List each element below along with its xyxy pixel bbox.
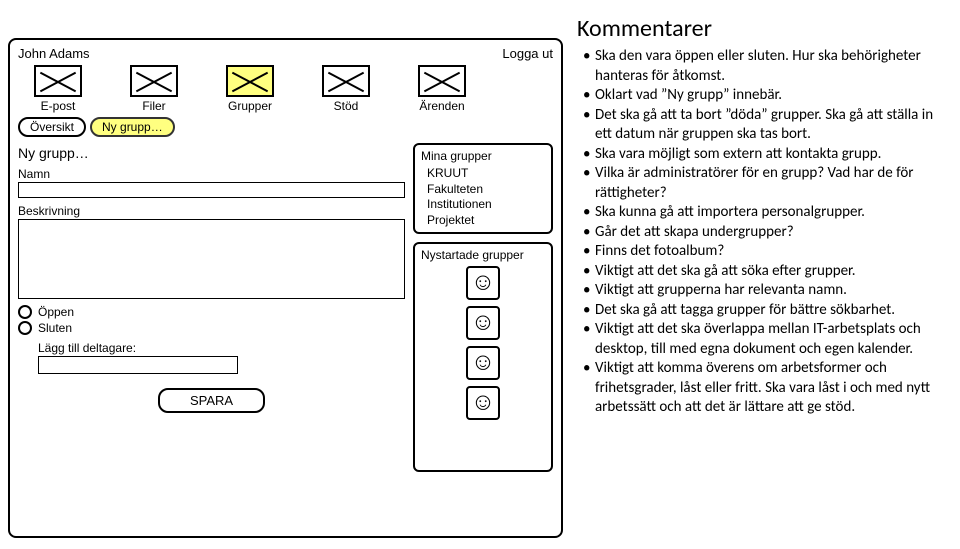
group-link[interactable]: Institutionen bbox=[421, 197, 545, 213]
tool-label: Stöd bbox=[306, 99, 386, 113]
tool-stod[interactable]: Stöd bbox=[306, 65, 386, 113]
tool-grupper[interactable]: Grupper bbox=[210, 65, 290, 113]
save-button[interactable]: SPARA bbox=[158, 388, 265, 413]
avatar-icon[interactable] bbox=[466, 386, 500, 420]
radio-closed[interactable] bbox=[18, 321, 32, 335]
closed-label: Sluten bbox=[38, 321, 72, 335]
avatar-icon[interactable] bbox=[466, 306, 500, 340]
my-groups-panel: Mina grupper KRUUT Fakulteten Institutio… bbox=[413, 143, 553, 234]
my-groups-title: Mina grupper bbox=[421, 149, 545, 163]
comment-item: Finns det fotoalbum? bbox=[587, 242, 952, 262]
image-placeholder-icon bbox=[34, 65, 82, 97]
name-input[interactable] bbox=[18, 182, 405, 198]
image-placeholder-icon bbox=[322, 65, 370, 97]
app-title: Portalen bbox=[10, 0, 82, 1]
open-label: Öppen bbox=[38, 305, 74, 319]
comment-item: Viktigt att det ska gå att söka efter gr… bbox=[587, 262, 952, 282]
comment-item: Oklart vad ”Ny grupp” innebär. bbox=[587, 86, 952, 106]
comment-item: Viktigt att grupperna har relevanta namn… bbox=[587, 281, 952, 301]
main-toolbar: E-post Filer Grupper Stöd Ärenden bbox=[18, 65, 553, 113]
app-window: John Adams Logga ut E-post Filer Grupper… bbox=[8, 38, 563, 538]
group-link[interactable]: KRUUT bbox=[421, 166, 545, 182]
description-input[interactable] bbox=[18, 219, 405, 299]
tool-arenden[interactable]: Ärenden bbox=[402, 65, 482, 113]
comment-item: Ska kunna gå att importera personalgrupp… bbox=[587, 203, 952, 223]
group-link[interactable]: Projektet bbox=[421, 213, 545, 229]
image-placeholder-icon bbox=[226, 65, 274, 97]
tool-label: Grupper bbox=[210, 99, 290, 113]
add-participant-input[interactable] bbox=[38, 356, 238, 374]
add-participant-label: Lägg till deltagare: bbox=[38, 341, 405, 355]
username: John Adams bbox=[18, 46, 90, 61]
tool-epost[interactable]: E-post bbox=[18, 65, 98, 113]
tab-ny-grupp[interactable]: Ny grupp… bbox=[90, 117, 175, 137]
group-link[interactable]: Fakulteten bbox=[421, 182, 545, 198]
sub-tabs: Översikt Ny grupp… bbox=[18, 117, 553, 137]
comment-item: Det ska gå att tagga grupper för bättre … bbox=[587, 301, 952, 321]
avatar-icon[interactable] bbox=[466, 266, 500, 300]
tool-label: Filer bbox=[114, 99, 194, 113]
new-groups-panel: Nystartade grupper bbox=[413, 242, 553, 472]
comment-item: Det ska gå att ta bort ”döda” grupper. S… bbox=[587, 106, 952, 145]
comment-item: Ska vara möjligt som extern att kontakta… bbox=[587, 145, 952, 165]
new-groups-title: Nystartade grupper bbox=[421, 248, 545, 262]
comments-title: Kommentarer bbox=[577, 14, 952, 43]
new-group-form: Ny grupp… Namn Beskrivning Öppen Sluten bbox=[18, 143, 405, 480]
comment-item: Ska den vara öppen eller sluten. Hur ska… bbox=[587, 47, 952, 86]
image-placeholder-icon bbox=[418, 65, 466, 97]
image-placeholder-icon bbox=[130, 65, 178, 97]
description-label: Beskrivning bbox=[18, 204, 405, 218]
tool-filer[interactable]: Filer bbox=[114, 65, 194, 113]
logout-link[interactable]: Logga ut bbox=[502, 46, 553, 61]
radio-open[interactable] bbox=[18, 305, 32, 319]
comment-item: Viktigt att komma överens om arbetsforme… bbox=[587, 359, 952, 418]
tool-label: Ärenden bbox=[402, 99, 482, 113]
tab-oversikt[interactable]: Översikt bbox=[18, 117, 86, 137]
tool-label: E-post bbox=[18, 99, 98, 113]
comment-item: Går det att skapa undergrupper? bbox=[587, 223, 952, 243]
comments-pane: Kommentarer Ska den vara öppen eller slu… bbox=[563, 8, 952, 538]
name-label: Namn bbox=[18, 167, 405, 181]
form-title: Ny grupp… bbox=[18, 145, 405, 161]
comment-item: Vilka är administratörer för en grupp? V… bbox=[587, 164, 952, 203]
avatar-icon[interactable] bbox=[466, 346, 500, 380]
comment-item: Viktigt att det ska överlappa mellan IT-… bbox=[587, 320, 952, 359]
